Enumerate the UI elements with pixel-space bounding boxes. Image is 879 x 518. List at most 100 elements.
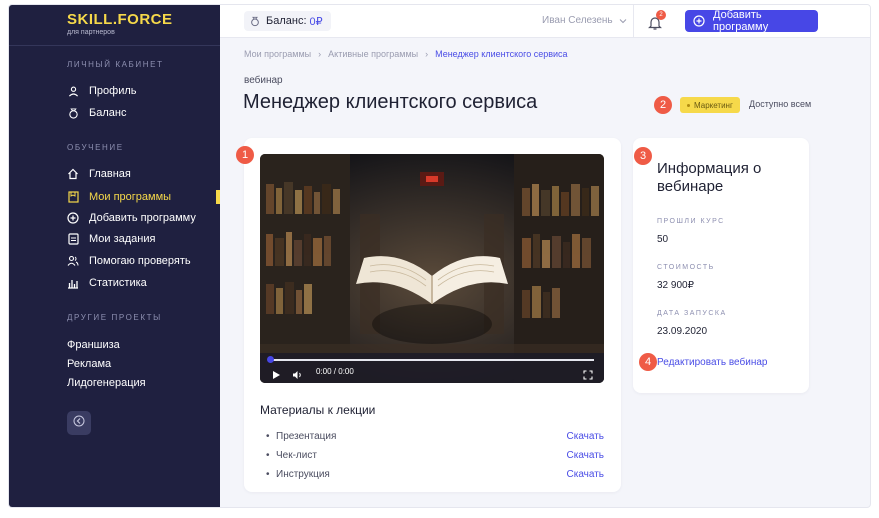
sidebar: SKILL.FORCE для партнеров ЛИЧНЫЙ КАБИНЕТ… — [9, 5, 220, 507]
material-name: Чек-лист — [276, 450, 317, 461]
volume-icon — [292, 367, 303, 383]
info-label: ДАТА ЗАПУСКА — [657, 310, 727, 317]
breadcrumb: Мои программы › Активные программы › Мен… — [244, 49, 568, 59]
play-button[interactable] — [272, 367, 281, 383]
wallet-icon — [67, 107, 79, 119]
breadcrumb-chevron-icon: › — [425, 49, 429, 59]
sidebar-item-my-tasks[interactable]: Мои задания — [67, 230, 155, 248]
material-name: Презентация — [276, 431, 337, 442]
volume-button[interactable] — [292, 367, 303, 383]
info-value: 32 900₽ — [657, 280, 694, 291]
page-title: Менеджер клиентского сервиса — [243, 91, 538, 113]
fullscreen-icon — [583, 367, 593, 383]
chart-icon — [67, 277, 79, 289]
notifications-button[interactable]: 2 — [648, 10, 666, 31]
sidebar-item-label: Баланс — [89, 107, 127, 119]
video-progress-handle[interactable] — [267, 356, 274, 363]
sidebar-item-help-review[interactable]: Помогаю проверять — [67, 252, 191, 270]
user-name: Иван Селезень — [542, 15, 613, 26]
chevron-left-icon — [73, 414, 85, 432]
category-tag: Маркетинг — [680, 97, 740, 113]
active-item-marker — [216, 190, 220, 204]
top-header: Баланс: 0₽ Иван Селезень 2 Добавить прог… — [220, 5, 870, 38]
access-label: Доступно всем — [749, 99, 812, 109]
marker-badge: 4 — [639, 353, 657, 371]
wallet-icon — [250, 16, 260, 27]
notifications-badge: 2 — [656, 10, 666, 20]
section-title-other: ДРУГИЕ ПРОЕКТЫ — [67, 313, 162, 322]
info-label: ПРОШЛИ КУРС — [657, 218, 725, 225]
info-title: Информация о вебинаре — [657, 160, 762, 195]
app-window: SKILL.FORCE для партнеров ЛИЧНЫЙ КАБИНЕТ… — [8, 4, 871, 508]
info-value: 50 — [657, 234, 669, 245]
plus-circle-icon — [693, 15, 705, 27]
home-icon — [67, 168, 79, 180]
sidebar-item-ads[interactable]: Реклама — [67, 358, 111, 370]
video-progress-bar[interactable] — [268, 359, 594, 361]
add-program-button[interactable]: Добавить программу — [685, 9, 818, 33]
list-item: • Презентация Скачать — [260, 431, 604, 445]
sidebar-item-label: Помогаю проверять — [89, 255, 191, 267]
bookmark-icon — [67, 191, 79, 203]
add-program-label: Добавить программу — [713, 9, 769, 33]
info-label: СТОИМОСТЬ — [657, 264, 715, 271]
info-value: 23.09.2020 — [657, 326, 708, 337]
sidebar-item-balance[interactable]: Баланс — [67, 104, 126, 122]
sidebar-item-label: Добавить программу — [89, 212, 196, 224]
bullet: • — [266, 450, 270, 461]
breadcrumb-my-programs[interactable]: Мои программы — [244, 49, 311, 59]
clipboard-icon — [67, 233, 79, 245]
logo[interactable]: SKILL.FORCE для партнеров — [67, 11, 173, 36]
divider — [9, 45, 220, 46]
section-title-learning: ОБУЧЕНИЕ — [67, 143, 124, 152]
breadcrumb-current: Менеджер клиентского сервиса — [435, 49, 568, 59]
materials-title: Материалы к лекции — [260, 403, 376, 417]
user-icon — [67, 85, 79, 97]
sidebar-item-leadgen[interactable]: Лидогенерация — [67, 377, 146, 389]
sidebar-item-franchise[interactable]: Франшиза — [67, 339, 120, 351]
collapse-sidebar-button[interactable] — [67, 411, 91, 435]
fullscreen-button[interactable] — [583, 367, 593, 383]
video-player[interactable]: 0:00 / 0:00 — [260, 154, 604, 383]
sidebar-item-label: Профиль — [89, 85, 137, 97]
list-item: • Чек-лист Скачать — [260, 450, 604, 464]
logo-title: SKILL.FORCE — [67, 11, 173, 28]
plus-circle-icon — [67, 212, 79, 224]
sidebar-item-home[interactable]: Главная — [67, 165, 131, 183]
balance-label: Баланс: — [266, 15, 307, 27]
video-card: 0:00 / 0:00 Материалы к лекции • Презент… — [244, 138, 621, 492]
video-controls: 0:00 / 0:00 — [260, 353, 604, 383]
play-icon — [272, 367, 281, 383]
material-name: Инструкция — [276, 469, 330, 480]
category-tag-label: Маркетинг — [694, 100, 733, 110]
breadcrumb-active-programs[interactable]: Активные программы — [328, 49, 418, 59]
marker-badge: 3 — [634, 147, 652, 165]
balance-chip[interactable]: Баланс: 0₽ — [244, 11, 331, 31]
edit-webinar-link[interactable]: Редактировать вебинар — [657, 357, 767, 368]
video-thumbnail — [260, 154, 604, 383]
video-time: 0:00 / 0:00 — [316, 367, 354, 376]
program-kind: вебинар — [244, 75, 283, 86]
section-title-account: ЛИЧНЫЙ КАБИНЕТ — [67, 60, 164, 69]
sidebar-item-statistics[interactable]: Статистика — [67, 274, 147, 292]
sidebar-item-profile[interactable]: Профиль — [67, 82, 137, 100]
sidebar-item-label: Главная — [89, 168, 131, 180]
chevron-down-icon — [619, 18, 627, 24]
bullet: • — [266, 469, 270, 480]
sidebar-item-add-program[interactable]: Добавить программу — [67, 209, 196, 227]
sidebar-item-label: Мои программы — [89, 191, 172, 203]
sidebar-item-label: Мои задания — [89, 233, 156, 245]
sidebar-item-my-programs[interactable]: Мои программы — [67, 188, 171, 206]
download-link[interactable]: Скачать — [567, 469, 605, 480]
header-divider — [633, 5, 634, 38]
users-icon — [67, 255, 79, 267]
download-link[interactable]: Скачать — [567, 431, 605, 442]
user-menu[interactable]: Иван Селезень — [542, 15, 627, 26]
marker-badge: 1 — [236, 146, 254, 164]
sidebar-item-label: Статистика — [89, 277, 147, 289]
breadcrumb-chevron-icon: › — [318, 49, 322, 59]
marker-badge: 2 — [654, 96, 672, 114]
info-card: Информация о вебинаре ПРОШЛИ КУРС 50 СТО… — [633, 138, 809, 393]
download-link[interactable]: Скачать — [567, 450, 605, 461]
list-item: • Инструкция Скачать — [260, 469, 604, 483]
